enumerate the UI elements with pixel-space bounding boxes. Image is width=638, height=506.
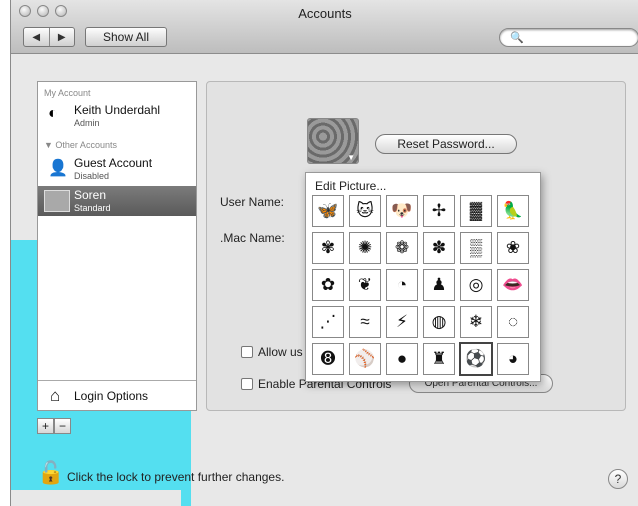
tennis-ball-icon[interactable]: ◕ [497,343,529,375]
lips-icon[interactable]: 👄 [497,269,529,301]
basketball-icon[interactable]: ● [386,343,418,375]
leopard-avatar-icon [44,190,70,212]
petal-icon[interactable]: ❀ [497,232,529,264]
water-icon[interactable]: ≈ [349,306,381,338]
leaf-icon[interactable]: ❦ [349,269,381,301]
picture-grid: 🦋 🐱 🐶 ✢ ▓ 🦜 ✾ ✺ ❁ ✽ ▒ ❀ ✿ ❦ ◔ ♟ ◎ 👄 ⋰ ≈ ⚡ ◍ ❄ ◌ ➑ ⚾ ● ♜ ⚽ ◕ [312,195,529,376]
dragonfly-icon[interactable]: ✢ [423,195,455,227]
account-soren[interactable]: Soren Standard [38,186,196,216]
chevron-down-icon: ▼ [347,153,355,162]
dog-icon[interactable]: 🐶 [386,195,418,227]
gingerbread-icon[interactable]: ♟ [423,269,455,301]
account-role: Standard [74,203,111,213]
forward-button[interactable]: ▶ [50,28,75,46]
daisy-icon[interactable]: ✿ [312,269,344,301]
parrot-icon[interactable]: 🦜 [497,195,529,227]
accounts-sidebar: My Account ◐ Keith Underdahl Admin ▼ Oth… [37,81,197,411]
login-options-label: Login Options [74,389,149,403]
account-name: Guest Account [74,156,153,170]
user-name-label: User Name: [220,195,285,209]
leopard-icon[interactable]: ▓ [460,195,492,227]
user-avatar-icon: ◐ [48,105,58,122]
rose-icon[interactable]: ❁ [386,232,418,264]
eight-ball-icon[interactable]: ➑ [312,343,344,375]
search-icon: 🔍 [510,32,524,44]
allow-label: Allow us [258,345,303,359]
other-accounts-header: ▼ Other Accounts [44,140,117,150]
soccer-ball-icon[interactable]: ⚽ [459,342,493,376]
account-guest[interactable]: 👤 Guest Account Disabled [38,154,196,184]
show-all-button[interactable]: Show All [85,27,167,47]
baseball-icon[interactable]: ⚾ [349,343,381,375]
lock-icon[interactable]: 🔓 [37,460,64,486]
dandelion-icon[interactable]: ✽ [423,232,455,264]
accounts-window: Accounts ◀ ▶ Show All 🔍 My Account ◐ Kei… [10,0,638,506]
house-icon: ⌂ [50,386,61,405]
snowflake-icon[interactable]: ❄ [460,306,492,338]
sunflower-icon[interactable]: ✺ [349,232,381,264]
disclosure-triangle-icon[interactable]: ▼ [44,140,55,150]
add-account-button[interactable]: + [37,418,54,434]
search-input[interactable]: 🔍 [499,28,638,47]
account-picture-well[interactable]: ▼ [307,118,359,164]
help-button[interactable]: ? [608,469,628,489]
account-name: Keith Underdahl [74,103,161,117]
navigation-buttons: ◀ ▶ [23,27,75,47]
window-title: Accounts [298,6,352,21]
remove-account-button[interactable]: − [54,418,71,434]
butterfly-icon[interactable]: 🦋 [312,195,344,227]
target-icon[interactable]: ◎ [460,269,492,301]
account-keith-underdahl[interactable]: ◐ Keith Underdahl Admin [38,101,196,131]
fortune-cookie-icon[interactable]: ◔ [386,269,418,301]
guest-user-icon: 👤 [48,160,68,177]
back-button[interactable]: ◀ [24,28,50,46]
login-options-item[interactable]: ⌂ Login Options [38,380,196,410]
account-role: Disabled [74,171,110,181]
account-name: Soren [74,188,107,202]
reset-password-button[interactable]: Reset Password... [375,134,517,154]
mac-name-label: .Mac Name: [220,231,285,245]
picture-picker-popup: Edit Picture... 🦋 🐱 🐶 ✢ ▓ 🦜 ✾ ✺ ❁ ✽ ▒ ❀ ✿ ❦ ◔ ♟ ◎ 👄 ⋰ ≈ ⚡ ◍ ❄ ◌… [305,172,541,382]
grass-icon[interactable]: ⋰ [312,306,344,338]
parental-controls-checkbox[interactable] [241,378,253,390]
eggs-icon[interactable]: ◍ [423,306,455,338]
bowling-icon[interactable]: ♜ [423,343,455,375]
title-bar: Accounts ◀ ▶ Show All 🔍 [11,0,638,54]
sand-icon[interactable]: ◌ [497,306,529,338]
zebra-icon[interactable]: ▒ [460,232,492,264]
my-account-header: My Account [44,88,91,98]
lightning-icon[interactable]: ⚡ [386,306,418,338]
edit-picture-menu-item[interactable]: Edit Picture... [315,179,386,193]
flower-icon[interactable]: ✾ [312,232,344,264]
cat-icon[interactable]: 🐱 [349,195,381,227]
allow-checkbox[interactable] [241,346,253,358]
account-role: Admin [74,118,100,128]
lock-message: Click the lock to prevent further change… [67,470,285,484]
